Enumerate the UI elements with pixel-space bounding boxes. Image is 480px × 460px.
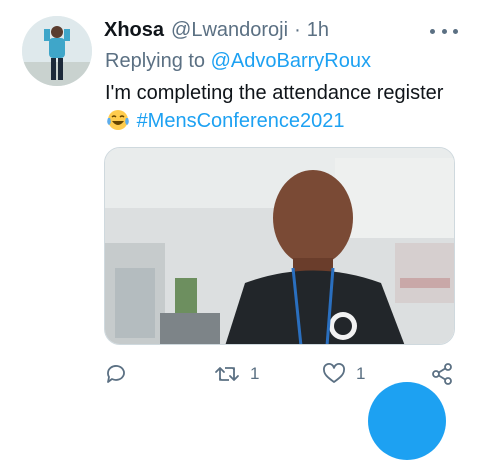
like-button[interactable]: 1 (322, 356, 365, 392)
avatar[interactable] (22, 16, 92, 86)
reply-icon (104, 362, 128, 386)
retweet-icon (214, 362, 240, 386)
tweet-body-text: I'm completing the attendance register (105, 82, 444, 104)
user-handle[interactable]: @Lwandoroji (171, 19, 288, 42)
compose-tweet-button[interactable] (368, 382, 446, 460)
heart-icon (322, 362, 346, 386)
laughing-tears-emoji-icon (107, 109, 129, 131)
more-options-icon[interactable] (430, 22, 458, 40)
reply-button[interactable] (104, 356, 128, 392)
hashtag-link[interactable]: #MensConference2021 (137, 110, 345, 132)
tweet-photo[interactable] (104, 147, 455, 345)
timestamp[interactable]: 1h (307, 19, 329, 42)
tweet-card[interactable]: Xhosa @Lwandoroji · 1h Replying to @Advo… (0, 0, 480, 460)
display-name[interactable]: Xhosa (104, 19, 164, 42)
share-icon (430, 362, 454, 386)
tweet-text: I'm completing the attendance register #… (105, 79, 455, 135)
retweet-count: 1 (250, 364, 260, 383)
replying-to-mention[interactable]: @AdvoBarryRoux (211, 50, 371, 72)
tweet-header: Xhosa @Lwandoroji · 1h (104, 19, 329, 45)
separator-dot: · (294, 19, 301, 41)
replying-prefix: Replying to (105, 50, 206, 72)
share-button[interactable] (430, 356, 454, 392)
like-count: 1 (356, 364, 366, 383)
retweet-button[interactable]: 1 (214, 356, 259, 392)
replying-to: Replying to @AdvoBarryRoux (105, 50, 371, 73)
